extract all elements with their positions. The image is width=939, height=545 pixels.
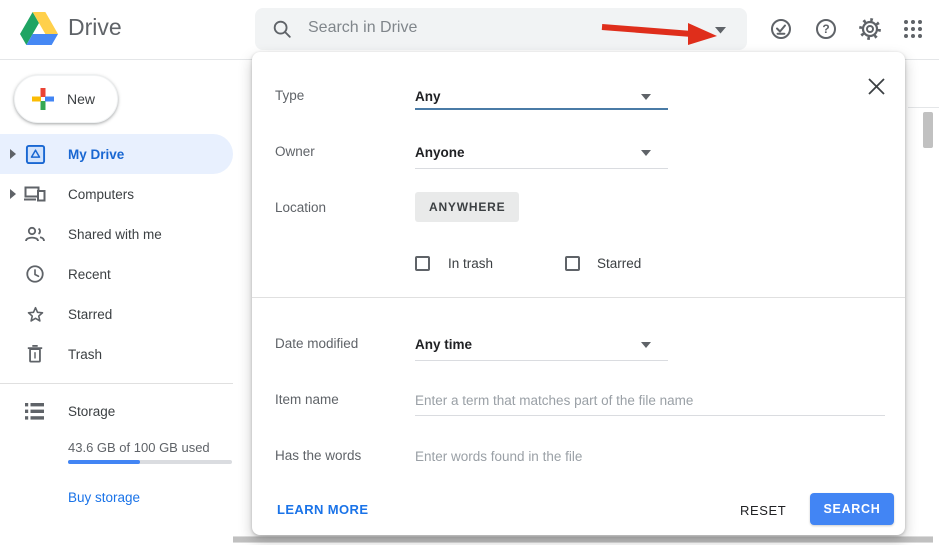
search-button[interactable]: SEARCH	[810, 493, 894, 525]
settings-gear-icon[interactable]	[858, 17, 882, 41]
search-bar[interactable]: Search in Drive	[255, 8, 747, 50]
search-options-chevron-icon[interactable]	[714, 26, 727, 34]
buy-storage-link[interactable]: Buy storage	[68, 490, 140, 505]
new-button[interactable]: New	[14, 75, 118, 123]
shared-with-me-icon	[24, 223, 46, 245]
annotation-red-arrow	[601, 23, 717, 45]
sidebar-item-label: Starred	[68, 306, 113, 322]
starred-checkbox[interactable]	[565, 256, 580, 271]
computers-icon	[24, 183, 46, 205]
google-plus-icon	[32, 88, 54, 110]
close-icon	[867, 77, 885, 95]
sidebar-item-my-drive[interactable]: My Drive	[0, 134, 233, 174]
starred-label[interactable]: Starred	[597, 256, 641, 271]
sidebar-item-starred[interactable]: Starred	[0, 294, 233, 334]
background-content-divider	[908, 107, 939, 108]
storage-icon	[25, 403, 44, 425]
date-modified-label: Date modified	[275, 336, 359, 351]
trash-icon	[24, 343, 46, 365]
location-label: Location	[275, 200, 327, 215]
has-words-input[interactable]	[415, 442, 885, 462]
owner-select[interactable]: Anyone	[415, 144, 668, 162]
expand-arrow-icon[interactable]	[9, 189, 17, 199]
type-label: Type	[275, 88, 305, 103]
advanced-search-panel: Type Any Owner Anyone Location ANYWHERE …	[252, 52, 905, 535]
expand-arrow-icon[interactable]	[9, 149, 17, 159]
storage-progress-fill	[68, 460, 140, 464]
chevron-down-icon	[641, 94, 651, 100]
sidebar-item-computers[interactable]: Computers	[0, 174, 233, 214]
has-words-label: Has the words	[275, 448, 362, 462]
sidebar-item-label: Computers	[68, 186, 135, 202]
sidebar-item-label: Trash	[68, 346, 103, 362]
offline-ready-icon[interactable]	[769, 17, 793, 41]
sidebar-item-trash[interactable]: Trash	[0, 334, 233, 374]
sidebar-item-shared-with-me[interactable]: Shared with me	[0, 214, 233, 254]
advanced-search-fields: Type Any Owner Anyone Location ANYWHERE …	[252, 52, 905, 462]
owner-value: Anyone	[415, 145, 465, 160]
app-title: Drive	[68, 14, 122, 40]
date-modified-underline	[415, 360, 668, 361]
sidebar: New My Drive Computers Shared with me Re…	[0, 60, 233, 545]
type-select[interactable]: Any	[415, 88, 668, 106]
sidebar-item-label: My Drive	[68, 146, 125, 162]
sidebar-item-recent[interactable]: Recent	[0, 254, 233, 294]
new-button-label: New	[67, 91, 96, 107]
date-modified-select[interactable]: Any time	[415, 336, 668, 354]
search-icon	[273, 20, 291, 38]
storage-label[interactable]: Storage	[68, 404, 115, 419]
owner-label: Owner	[275, 144, 315, 159]
item-name-input[interactable]	[415, 386, 885, 416]
google-apps-grid-icon[interactable]	[901, 17, 925, 41]
chevron-down-icon	[641, 150, 651, 156]
type-focus-underline	[415, 108, 668, 110]
location-anywhere-chip[interactable]: ANYWHERE	[415, 192, 520, 222]
storage-usage-text: 43.6 GB of 100 GB used	[68, 440, 210, 455]
my-drive-icon	[24, 143, 46, 165]
sidebar-nav: My Drive Computers Shared with me Recent…	[0, 134, 233, 374]
storage-progress-bar	[68, 460, 232, 464]
star-icon	[24, 303, 46, 325]
sidebar-item-label: Shared with me	[68, 226, 162, 242]
in-trash-label[interactable]: In trash	[448, 256, 493, 271]
background-bottom-edge	[233, 536, 933, 543]
panel-divider	[252, 297, 905, 298]
svg-text:?: ?	[822, 22, 829, 36]
drive-logo-icon	[20, 12, 58, 45]
in-trash-checkbox[interactable]	[415, 256, 430, 271]
learn-more-link[interactable]: LEARN MORE	[277, 502, 368, 517]
recent-clock-icon	[24, 263, 46, 285]
help-icon[interactable]: ?	[814, 17, 838, 41]
reset-button[interactable]: RESET	[730, 495, 796, 526]
sidebar-divider	[0, 383, 233, 384]
owner-underline	[415, 168, 668, 169]
chevron-down-icon	[641, 342, 651, 348]
sidebar-item-label: Recent	[68, 266, 111, 282]
page-scrollbar-thumb[interactable]	[923, 112, 933, 148]
item-name-label: Item name	[275, 392, 339, 407]
type-value: Any	[415, 89, 441, 104]
close-panel-button[interactable]	[862, 72, 890, 100]
date-modified-value: Any time	[415, 337, 473, 352]
search-input-placeholder[interactable]: Search in Drive	[308, 19, 417, 37]
